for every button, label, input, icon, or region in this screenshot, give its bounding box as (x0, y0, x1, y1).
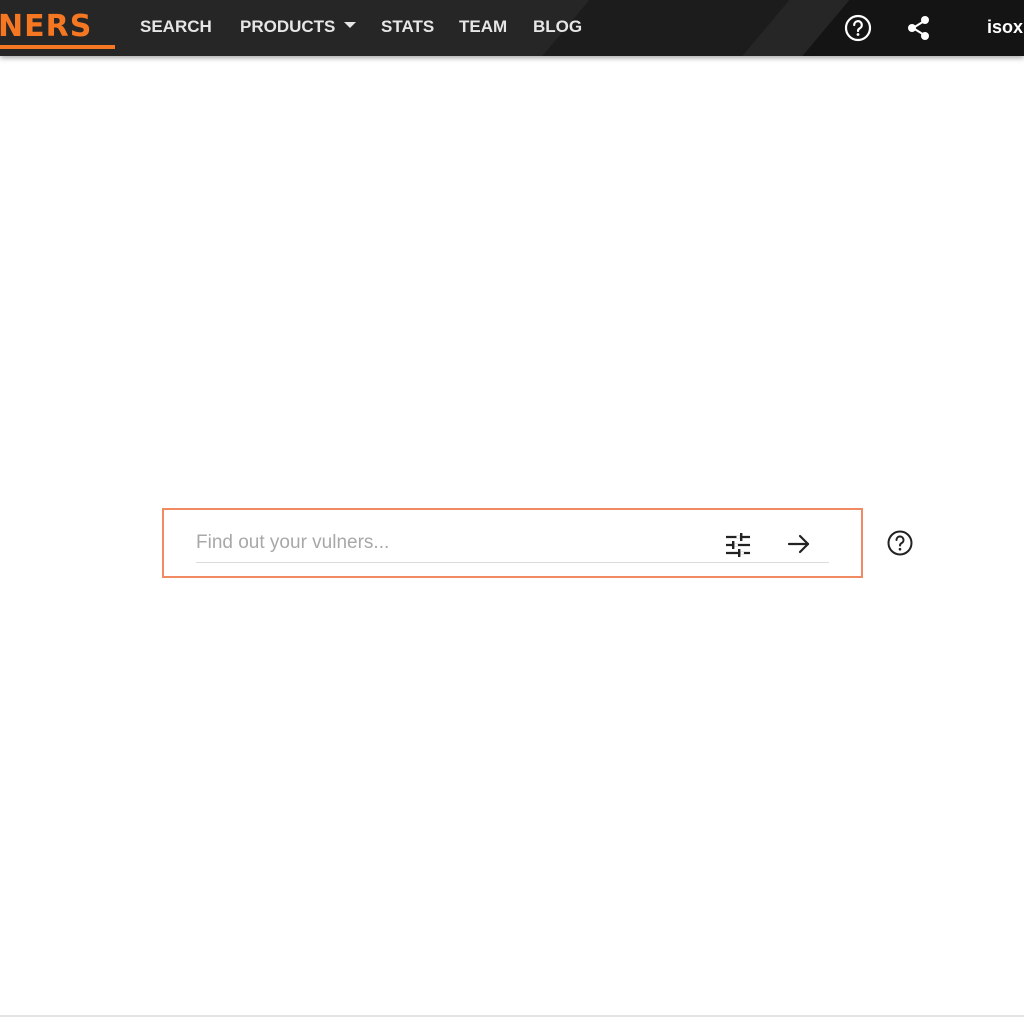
top-navigation-bar: NERS SEARCH PRODUCTS STATS TEAM BLOG iso… (0, 0, 1024, 56)
nav-item-stats[interactable]: STATS (381, 17, 434, 37)
help-circle-icon[interactable] (886, 529, 914, 557)
nav-item-search[interactable]: SEARCH (140, 17, 212, 37)
page-footer-divider (0, 1015, 1024, 1017)
user-account-label[interactable]: isox (987, 17, 1023, 37)
search-container (162, 508, 863, 578)
caret-down-icon (344, 22, 357, 28)
search-input[interactable] (196, 526, 696, 560)
arrow-right-icon[interactable] (786, 531, 812, 557)
logo-text: NERS (0, 9, 93, 44)
nav-item-products-label: PRODUCTS (240, 17, 336, 36)
nav-item-blog[interactable]: BLOG (533, 17, 582, 37)
share-icon[interactable] (904, 13, 934, 43)
help-circle-icon[interactable] (843, 13, 873, 43)
search-input-underline (196, 562, 829, 563)
logo-underline (0, 45, 115, 49)
nav-item-team[interactable]: TEAM (459, 17, 507, 37)
tune-icon[interactable] (724, 531, 752, 559)
nav-item-products[interactable]: PRODUCTS (240, 17, 357, 37)
